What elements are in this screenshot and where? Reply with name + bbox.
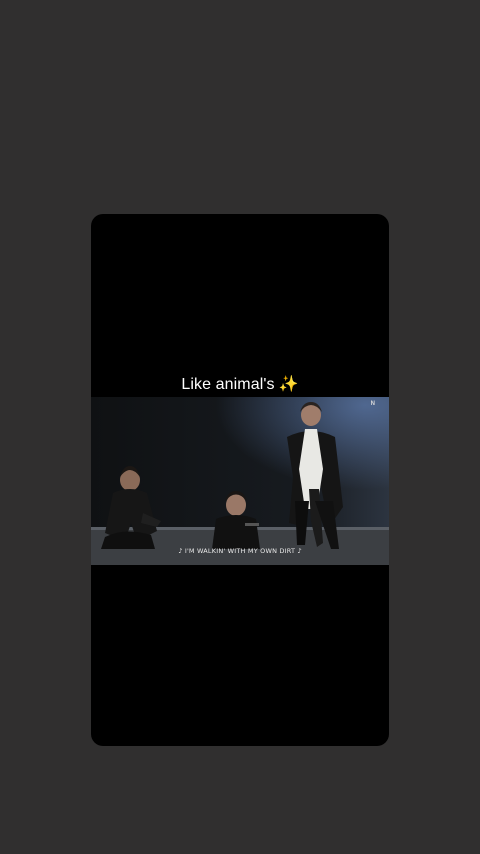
- story-card[interactable]: Like animal's ✨ N ♪ I'M WALKIN' WITH MY …: [91, 214, 389, 746]
- watermark-logo: N: [370, 401, 375, 407]
- video-frame: [91, 397, 389, 565]
- sparkles-emoji: ✨: [278, 376, 299, 393]
- story-caption: Like animal's ✨: [91, 374, 389, 394]
- story-viewer: Like animal's ✨ N ♪ I'M WALKIN' WITH MY …: [0, 0, 480, 854]
- lyric-subtitle: ♪ I'M WALKIN' WITH MY OWN DIRT ♪: [178, 547, 302, 555]
- video-clip[interactable]: N ♪ I'M WALKIN' WITH MY OWN DIRT ♪: [91, 397, 389, 565]
- caption-text: Like animal's: [181, 376, 275, 393]
